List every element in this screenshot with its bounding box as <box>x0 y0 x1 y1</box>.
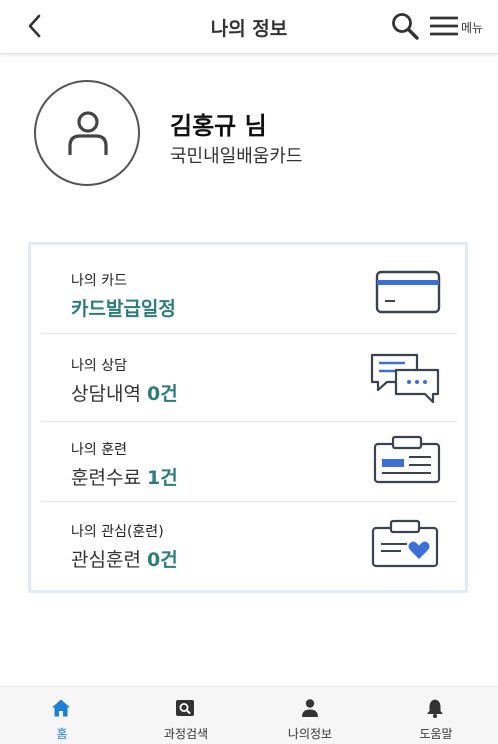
avatar <box>34 80 140 186</box>
id-badge-icon <box>373 435 441 484</box>
person-icon <box>302 699 318 717</box>
user-icon <box>68 111 108 155</box>
my-card-row[interactable]: 나의 카드 카드발급일정 <box>41 245 457 334</box>
tab-help-label: 도움말 <box>419 727 453 741</box>
search-button[interactable] <box>390 11 420 41</box>
app-header: 나의 정보 메뉴 <box>0 0 498 54</box>
my-card-label: 나의 카드 <box>71 273 127 289</box>
tab-help[interactable]: 도움말 <box>374 687 498 744</box>
my-consult-label: 나의 상담 <box>71 358 127 374</box>
interest-count: 0건 <box>146 549 178 571</box>
user-name: 김홍규 님 <box>170 112 267 140</box>
tab-course-search-label: 과정검색 <box>163 727 209 741</box>
my-interest-value: 관심훈련 0건 <box>71 549 178 571</box>
search-course-icon <box>176 700 194 716</box>
credit-card-icon <box>375 270 441 314</box>
my-training-value: 훈련수료 1건 <box>71 467 178 489</box>
bottom-tab-bar: 홈 과정검색 나의정보 도움말 <box>0 686 498 744</box>
menu-button[interactable]: 메뉴 <box>430 13 494 39</box>
consult-count: 0건 <box>146 383 178 405</box>
tab-home-label: 홈 <box>56 727 68 741</box>
my-interest-row[interactable]: 나의 관심(훈련) 관심훈련 0건 <box>41 502 457 590</box>
my-consult-row[interactable]: 나의 상담 상담내역 0건 <box>41 334 457 422</box>
hamburger-icon <box>430 16 458 36</box>
tab-course-search[interactable]: 과정검색 <box>124 687 248 744</box>
my-info-panel: 나의 카드 카드발급일정 나의 상담 상담내역 0건 나의 훈련 훈련수료 1건 <box>28 242 468 593</box>
page-title: 나의 정보 <box>210 18 288 40</box>
search-icon <box>392 13 419 40</box>
tab-my-info[interactable]: 나의정보 <box>248 687 372 744</box>
home-icon <box>52 699 70 717</box>
bell-icon <box>427 699 443 718</box>
my-training-row[interactable]: 나의 훈련 훈련수료 1건 <box>41 422 457 502</box>
tab-home[interactable]: 홈 <box>0 687 124 744</box>
training-count: 1건 <box>146 467 178 489</box>
my-card-value: 카드발급일정 <box>71 298 176 320</box>
profile-section: 김홍규 님 국민내일배움카드 <box>34 80 474 190</box>
user-program: 국민내일배움카드 <box>170 146 303 167</box>
tab-my-info-label: 나의정보 <box>287 727 333 741</box>
heart-badge-icon <box>371 519 439 568</box>
my-interest-label: 나의 관심(훈련) <box>71 524 164 540</box>
menu-label: 메뉴 <box>461 21 484 35</box>
my-training-label: 나의 훈련 <box>71 442 127 458</box>
chat-bubbles-icon <box>370 353 440 404</box>
my-consult-value: 상담내역 0건 <box>71 383 178 405</box>
